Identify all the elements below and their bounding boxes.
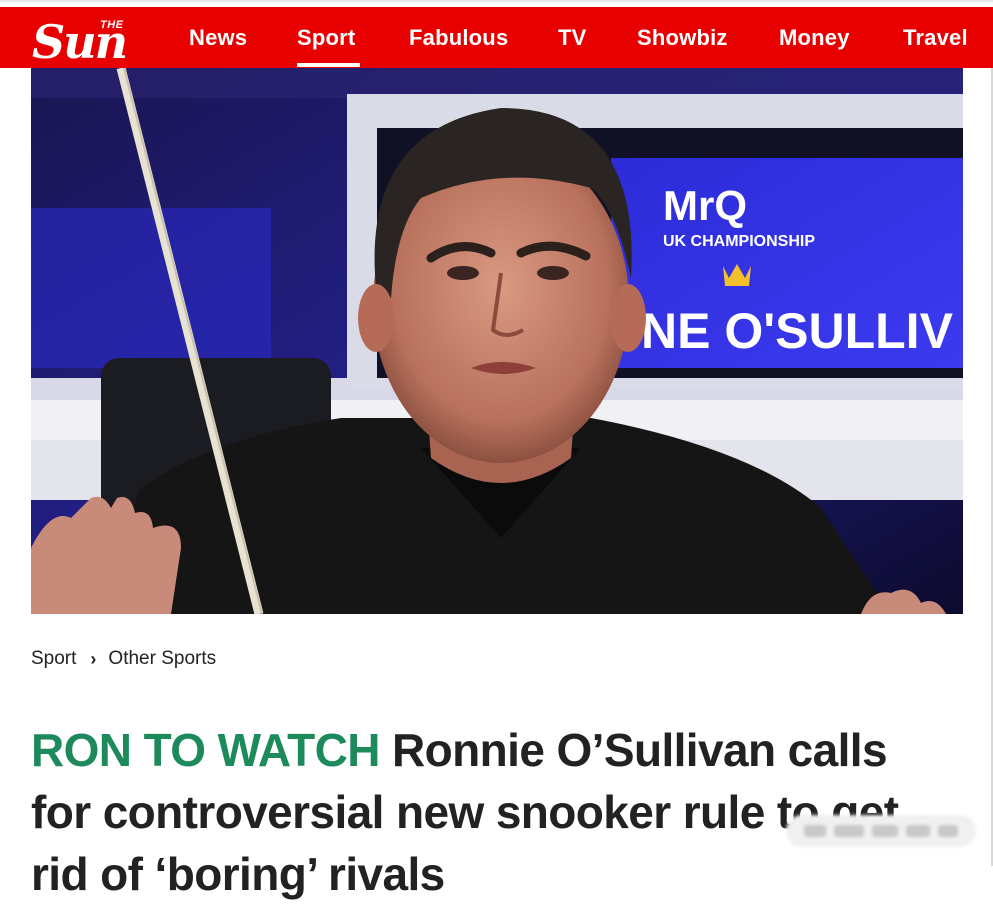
blurred-watermark	[786, 815, 976, 847]
active-nav-indicator	[297, 63, 360, 67]
nav-item-tv[interactable]: TV	[558, 25, 587, 51]
hero-image[interactable]: MrQ UK CHAMPIONSHIP NE O'SULLIV	[31, 68, 963, 614]
sign-brand-text: MrQ	[663, 182, 747, 229]
breadcrumb: Sport › Other Sports	[31, 647, 216, 671]
article-headline: RON TO WATCH Ronnie O’Sullivan calls for…	[31, 719, 931, 905]
the-sun-logo[interactable]: Sun THE	[30, 13, 162, 65]
sign-event-text: UK CHAMPIONSHIP	[663, 233, 815, 250]
chevron-right-icon: ›	[90, 648, 97, 669]
hero-photo-illustration: MrQ UK CHAMPIONSHIP NE O'SULLIV	[31, 68, 963, 614]
sign-name-text: NE O'SULLIV	[641, 303, 954, 359]
nav-item-money[interactable]: Money	[779, 25, 850, 51]
breadcrumb-subsection-link[interactable]: Other Sports	[108, 648, 216, 670]
top-navigation-bar: Sun THE News Sport Fabulous TV Showbiz M…	[0, 7, 993, 68]
nav-item-travel[interactable]: Travel	[903, 25, 968, 51]
nav-item-showbiz[interactable]: Showbiz	[637, 25, 728, 51]
logo-prefix: THE	[100, 19, 124, 31]
nav-item-news[interactable]: News	[189, 25, 247, 51]
headline-kicker: RON TO WATCH	[31, 723, 380, 776]
nav-item-fabulous[interactable]: Fabulous	[409, 25, 508, 51]
breadcrumb-section-link[interactable]: Sport	[31, 648, 76, 670]
top-border	[0, 0, 993, 7]
nav-item-sport[interactable]: Sport	[297, 25, 355, 51]
